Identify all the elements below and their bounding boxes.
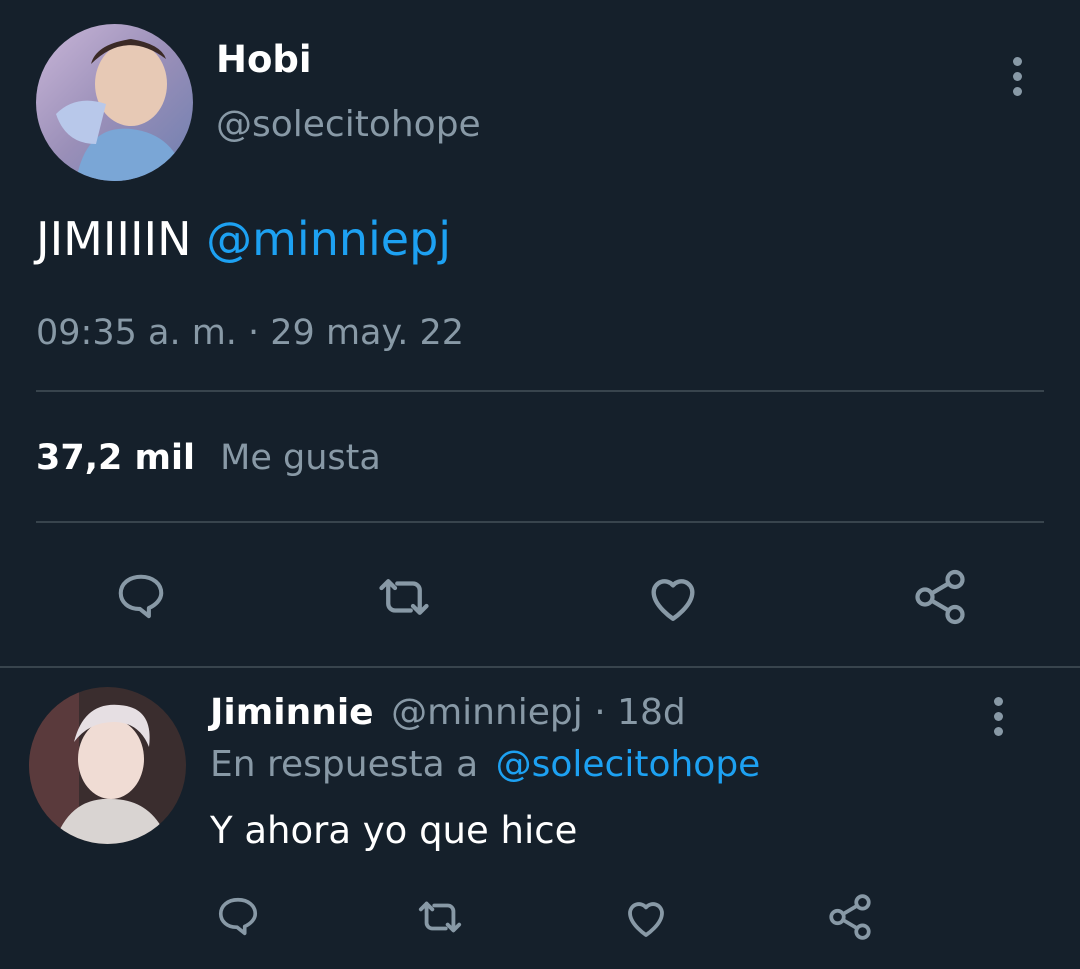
share-icon (915, 569, 965, 625)
reply-separator: · (582, 692, 618, 733)
tweet-author-name[interactable]: Hobi (216, 38, 312, 81)
likes-count: 37,2 mil (36, 438, 196, 478)
retweet-button[interactable] (372, 570, 436, 624)
retweet-icon (418, 901, 462, 933)
reply-retweet-button[interactable] (413, 894, 467, 940)
divider-top (36, 390, 1044, 392)
reply-author-name[interactable]: Jiminnie (210, 692, 374, 733)
replying-prefix: En respuesta a (210, 744, 479, 785)
replying-to: En respuesta a @solecitohope (210, 744, 760, 785)
like-button[interactable] (644, 570, 702, 624)
tweet-mention-link[interactable]: @minniepj (206, 212, 451, 266)
reply-author-handle[interactable]: @minniepj (391, 692, 583, 733)
likes-label: Me gusta (220, 438, 381, 478)
retweet-icon (379, 579, 429, 615)
replying-handle-link[interactable]: @solecitohope (496, 744, 761, 785)
like-icon (628, 902, 664, 937)
tweet-timestamp[interactable]: 09:35 a. m. · 29 may. 22 (36, 313, 464, 353)
reply-text: Y ahora yo que hice (210, 809, 578, 852)
reply-icon (218, 897, 258, 936)
reply-like-button[interactable] (622, 894, 670, 940)
likes-stat[interactable]: 37,2 mil Me gusta (36, 438, 381, 478)
more-options-icon[interactable] (1011, 57, 1023, 96)
tweet-author-handle[interactable]: @solecitohope (216, 104, 481, 145)
reply-more-options-icon[interactable] (992, 697, 1004, 736)
reply-header: Jiminnie @minniepj · 18d (210, 692, 686, 733)
reply-reply-button[interactable] (215, 894, 261, 940)
tweet-text-main: JIMIIIIN (36, 212, 192, 266)
reply-age[interactable]: 18d (617, 692, 686, 733)
tweet-detail-page: Hobi @solecitohope JIMIIIIN @minniepj 09… (0, 0, 1080, 969)
reply-button[interactable] (114, 570, 168, 624)
share-button[interactable] (910, 567, 970, 627)
tweet-text: JIMIIIIN @minniepj (36, 212, 451, 266)
share-icon (829, 894, 871, 940)
hobi-avatar[interactable] (36, 24, 193, 181)
divider-bottom (36, 521, 1044, 523)
section-divider (0, 666, 1080, 668)
jiminnie-avatar[interactable] (29, 687, 186, 844)
like-icon (651, 579, 695, 621)
reply-share-button[interactable] (825, 892, 875, 942)
reply-icon (118, 574, 164, 619)
